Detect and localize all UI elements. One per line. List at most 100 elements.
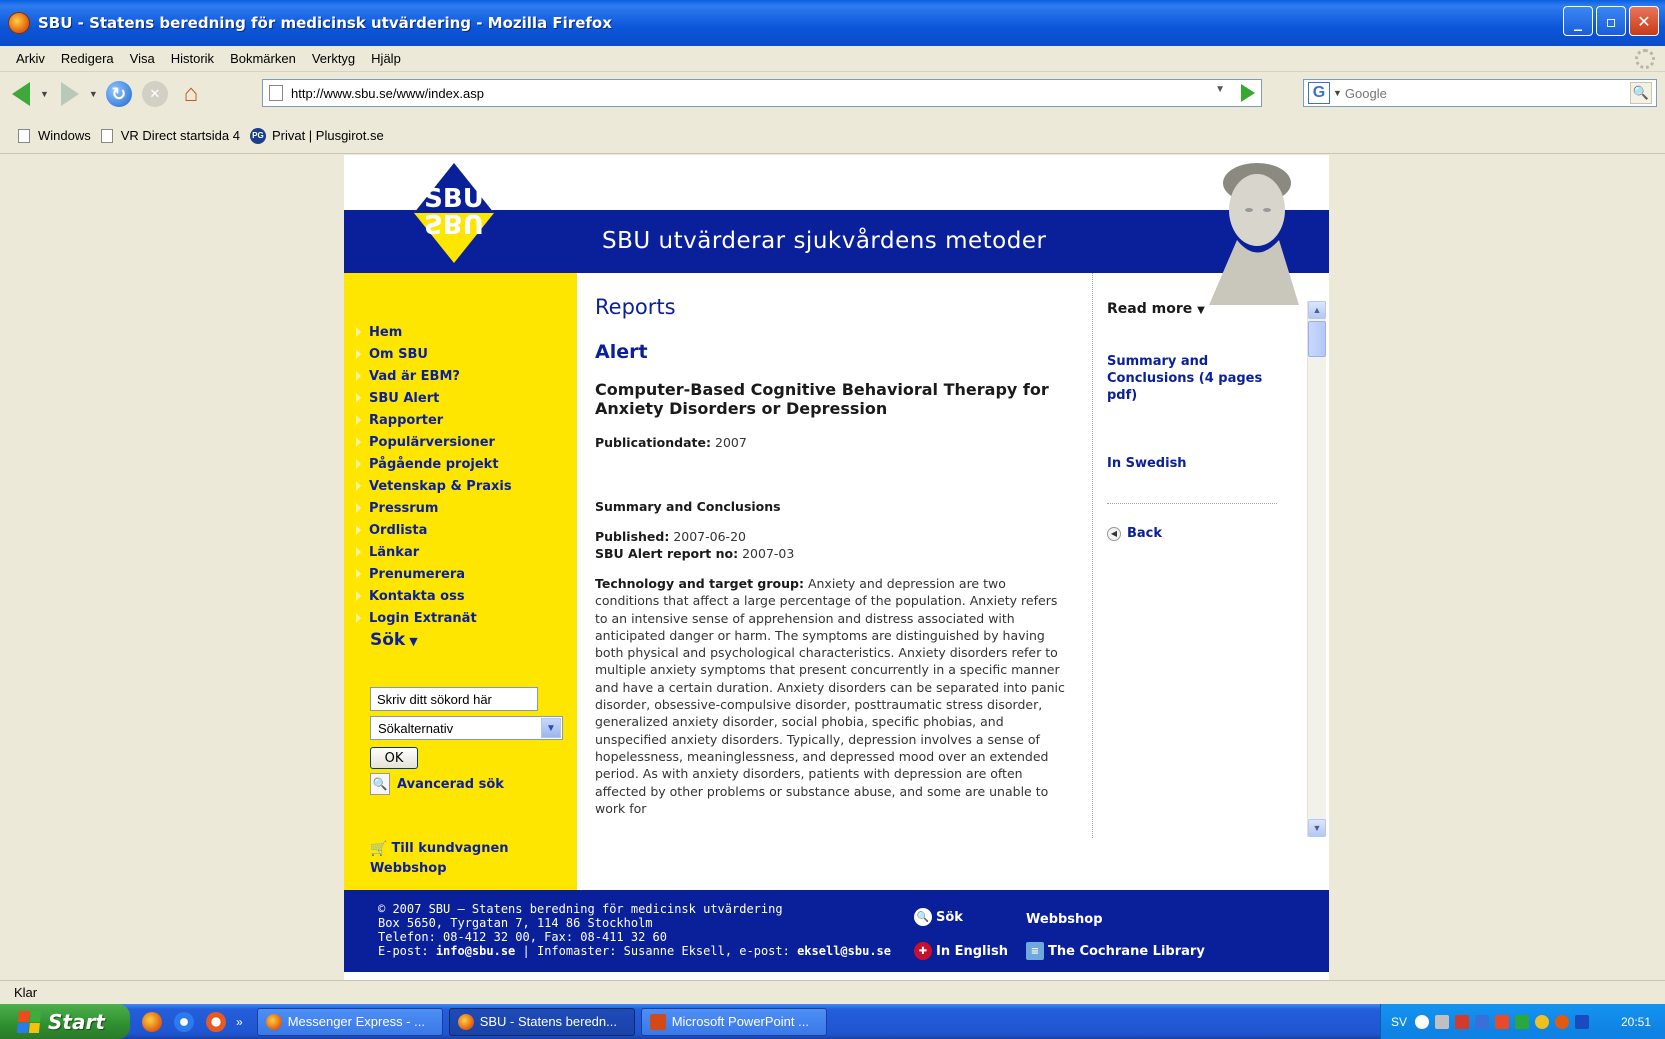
sidebar-item-label[interactable]: Hem: [369, 325, 402, 340]
sidebar-item-prenumerera[interactable]: Prenumerera: [356, 563, 512, 585]
footer-infomaster-email-link[interactable]: eksell@sbu.se: [797, 944, 891, 958]
firefox-quicklaunch-icon[interactable]: [142, 1011, 162, 1032]
search-magnifier-icon[interactable]: 🔍: [1630, 82, 1652, 104]
sbu-logo[interactable]: SBU SBU: [414, 163, 494, 263]
sidebar-item-popularversioner[interactable]: Populärversioner: [356, 431, 512, 453]
sidebar-item-login-extranat[interactable]: Login Extranät: [356, 607, 512, 629]
web-search-box[interactable]: G ▼ 🔍: [1303, 79, 1657, 107]
sidebar-item-label[interactable]: Pressrum: [369, 501, 438, 516]
site-search-input[interactable]: [370, 687, 538, 711]
back-button[interactable]: [6, 79, 36, 109]
bookmark-windows[interactable]: Windows: [18, 128, 91, 143]
ie-quicklaunch-icon[interactable]: [174, 1011, 194, 1032]
sidebar-item-vetenskap-praxis[interactable]: Vetenskap & Praxis: [356, 475, 512, 497]
sidebar-item-sbu-alert[interactable]: SBU Alert: [356, 387, 512, 409]
menu-redigera[interactable]: Redigera: [61, 51, 114, 66]
cart-label[interactable]: Till kundvagnen: [391, 841, 508, 856]
sidebar-item-label[interactable]: Pågående projekt: [369, 457, 499, 472]
sidebar-item-label[interactable]: Länkar: [369, 545, 419, 560]
bookmark-vr-direct[interactable]: VR Direct startsida 4: [100, 128, 240, 143]
tray-volume-icon[interactable]: [1435, 1014, 1450, 1029]
tray-network-icon[interactable]: [1455, 1014, 1470, 1029]
url-dropdown-icon[interactable]: ▼: [1215, 84, 1225, 95]
sidebar-item-label[interactable]: Om SBU: [369, 347, 428, 362]
google-engine-icon[interactable]: G: [1308, 82, 1330, 104]
scroll-thumb[interactable]: [1308, 321, 1326, 357]
task-sbu[interactable]: SBU - Statens beredn...: [448, 1007, 635, 1036]
media-quicklaunch-icon[interactable]: [206, 1011, 226, 1032]
reload-button[interactable]: ↻: [104, 79, 134, 109]
footer-cochrane-link[interactable]: ≡ The Cochrane Library: [1026, 942, 1205, 960]
back-link[interactable]: ◀ Back: [1107, 525, 1162, 542]
tray-show-icon[interactable]: [1415, 1014, 1430, 1029]
menu-hjalp[interactable]: Hjälp: [371, 51, 401, 66]
footer-webshop-link[interactable]: Webbshop: [1026, 912, 1103, 927]
maximize-button[interactable]: ▫: [1596, 6, 1626, 36]
task-powerpoint[interactable]: Microsoft PowerPoint ...: [640, 1007, 827, 1036]
language-indicator[interactable]: SV: [1391, 1015, 1407, 1029]
tray-display-icon[interactable]: [1575, 1014, 1590, 1029]
chevron-right-icon[interactable]: »: [236, 1015, 243, 1029]
sidebar-item-vad-ar-ebm[interactable]: Vad är EBM?: [356, 365, 512, 387]
sidebar-item-label[interactable]: Prenumerera: [369, 567, 465, 582]
back-history-dropdown[interactable]: ▼: [40, 89, 49, 99]
menu-bokmarken[interactable]: Bokmärken: [230, 51, 296, 66]
sidebar-item-label[interactable]: Rapporter: [369, 413, 443, 428]
search-heading[interactable]: Sök ▼: [370, 630, 418, 650]
menu-historik[interactable]: Historik: [171, 51, 214, 66]
sidebar-item-label[interactable]: Populärversioner: [369, 435, 495, 450]
web-search-input[interactable]: [1344, 85, 1605, 101]
url-input[interactable]: [291, 85, 1171, 101]
sidebar-item-label[interactable]: Vad är EBM?: [369, 369, 460, 384]
task-messenger[interactable]: Messenger Express - ...: [256, 1007, 443, 1036]
tray-messenger-icon[interactable]: [1535, 1014, 1550, 1029]
menu-arkiv[interactable]: Arkiv: [16, 51, 45, 66]
tray-battery-icon[interactable]: [1515, 1014, 1530, 1029]
cart-link[interactable]: 🛒 Till kundvagnen: [370, 840, 509, 857]
search-options-select[interactable]: Sökalternativ ▼: [370, 716, 563, 740]
footer-english-link[interactable]: ✚ In English: [914, 942, 1008, 960]
engine-dropdown-icon[interactable]: ▼: [1333, 88, 1342, 98]
sidebar-item-hem[interactable]: Hem: [356, 321, 512, 343]
footer-search-link[interactable]: 🔍 Sök: [914, 908, 963, 926]
sidebar-item-label[interactable]: SBU Alert: [369, 391, 439, 406]
search-ok-button[interactable]: OK: [370, 747, 418, 769]
advanced-search-label[interactable]: Avancerad sök: [397, 777, 504, 792]
go-arrow-icon[interactable]: [1241, 84, 1255, 102]
read-more-heading[interactable]: Read more ▼: [1107, 301, 1205, 317]
close-button[interactable]: ✕: [1629, 6, 1659, 36]
sidebar-item-lankar[interactable]: Länkar: [356, 541, 512, 563]
scroll-up-icon[interactable]: ▲: [1308, 301, 1326, 319]
tray-security-icon[interactable]: [1495, 1014, 1510, 1029]
summary-pdf-link[interactable]: Summary and Conclusions (4 pages pdf): [1107, 353, 1267, 404]
tray-firefox-icon[interactable]: [1555, 1014, 1570, 1029]
content-scrollbar[interactable]: ▲ ▼: [1307, 301, 1326, 837]
sidebar-item-kontakta-oss[interactable]: Kontakta oss: [356, 585, 512, 607]
url-bar[interactable]: ▼: [262, 79, 1262, 107]
bookmark-plusgirot[interactable]: PG Privat | Plusgirot.se: [249, 127, 384, 144]
footer-email-link[interactable]: info@sbu.se: [436, 944, 515, 958]
menu-visa[interactable]: Visa: [130, 51, 155, 66]
sidebar-item-label[interactable]: Login Extranät: [369, 611, 477, 626]
forward-button[interactable]: [55, 79, 85, 109]
sidebar-item-pagaende-projekt[interactable]: Pågående projekt: [356, 453, 512, 475]
tray-bluetooth-icon[interactable]: [1475, 1014, 1490, 1029]
back-label[interactable]: Back: [1127, 525, 1162, 542]
advanced-search-link[interactable]: 🔍 Avancerad sök: [370, 773, 504, 795]
chevron-down-icon[interactable]: ▼: [541, 718, 561, 738]
sidebar-item-rapporter[interactable]: Rapporter: [356, 409, 512, 431]
start-button[interactable]: Start: [0, 1004, 130, 1039]
sidebar-item-ordlista[interactable]: Ordlista: [356, 519, 512, 541]
scroll-down-icon[interactable]: ▼: [1308, 819, 1326, 837]
webshop-link[interactable]: Webbshop: [370, 861, 447, 876]
minimize-button[interactable]: _: [1563, 6, 1593, 36]
sidebar-item-label[interactable]: Vetenskap & Praxis: [369, 479, 512, 494]
stop-button[interactable]: ✕: [140, 79, 170, 109]
in-swedish-link[interactable]: In Swedish: [1107, 455, 1187, 472]
sidebar-item-pressrum[interactable]: Pressrum: [356, 497, 512, 519]
menu-verktyg[interactable]: Verktyg: [312, 51, 355, 66]
forward-history-dropdown[interactable]: ▼: [89, 89, 98, 99]
sidebar-item-label[interactable]: Ordlista: [369, 523, 427, 538]
home-button[interactable]: ⌂: [176, 79, 206, 109]
sidebar-item-label[interactable]: Kontakta oss: [369, 589, 465, 604]
